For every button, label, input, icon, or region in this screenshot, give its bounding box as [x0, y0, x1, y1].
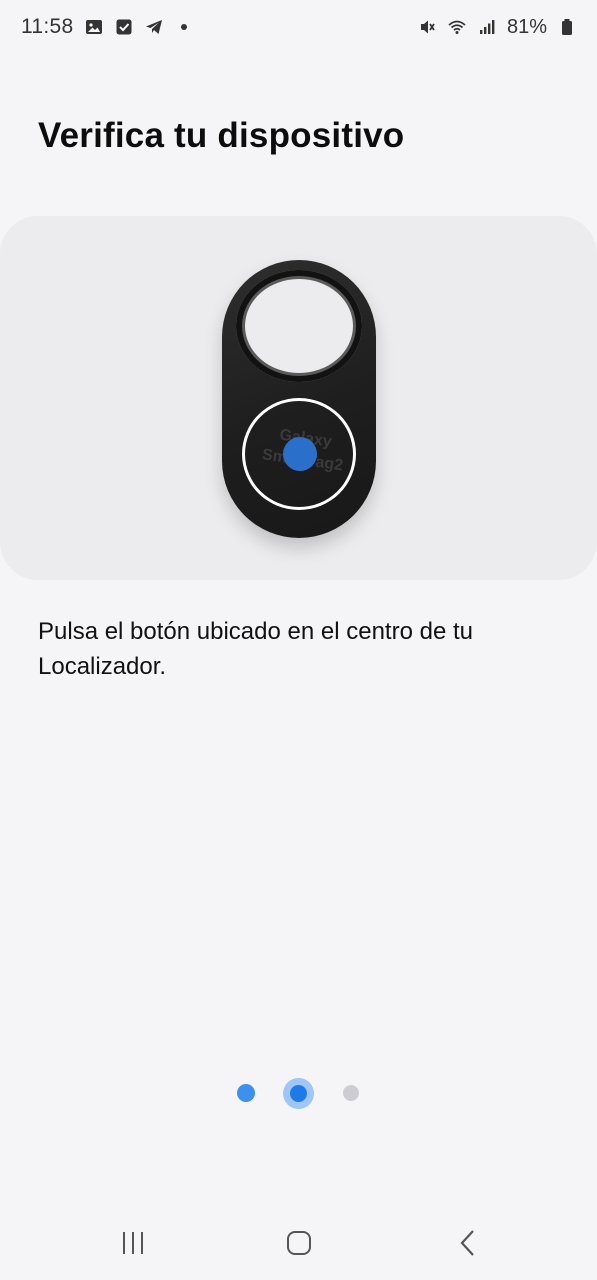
recent-apps-button[interactable] [113, 1227, 153, 1263]
smarttag-keyring-hole [236, 270, 362, 382]
instruction-text: Pulsa el botón ubicado en el centro de t… [38, 618, 473, 680]
status-left: 11:58 [21, 15, 194, 39]
checkbox-icon [114, 17, 134, 37]
page-indicator-dot-1 [237, 1084, 255, 1102]
image-icon [84, 17, 104, 37]
telegram-icon [144, 17, 164, 37]
wifi-icon [447, 17, 467, 37]
page-indicator [0, 1078, 597, 1109]
navigation-bar [0, 1215, 597, 1275]
battery-icon [557, 17, 577, 37]
status-right: 81% [417, 16, 577, 39]
page-indicator-dot-3 [343, 1085, 359, 1101]
page-indicator-dot-2-active [290, 1085, 307, 1102]
home-icon [286, 1230, 312, 1261]
status-bar: 11:58 81% [0, 0, 597, 54]
dot-icon [174, 17, 194, 37]
mute-icon [417, 17, 437, 37]
page-title: Verifica tu dispositivo [38, 116, 405, 155]
back-icon [458, 1229, 478, 1262]
status-time: 11:58 [21, 15, 74, 38]
recent-apps-icon [120, 1231, 146, 1260]
press-indicator-dot [283, 437, 317, 471]
signal-icon [477, 17, 497, 37]
home-button[interactable] [279, 1227, 319, 1263]
back-button[interactable] [448, 1227, 488, 1263]
battery-percent: 81% [506, 15, 547, 38]
